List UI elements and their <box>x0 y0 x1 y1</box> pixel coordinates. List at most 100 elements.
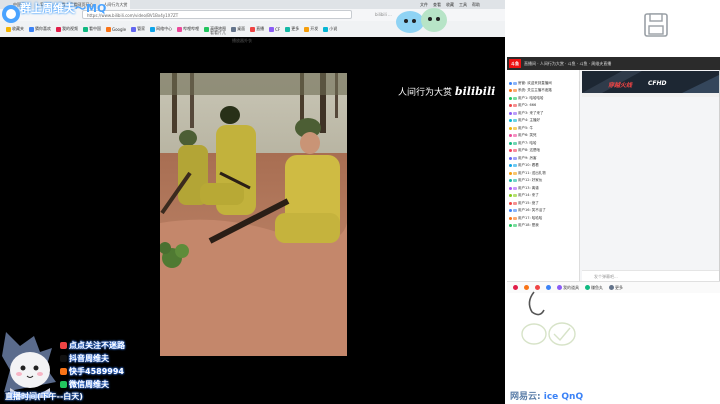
bookmark-label: 网络中心 <box>156 26 173 31</box>
chat-message-text: 用户17: 哈哈哈 <box>518 215 543 220</box>
chat-message[interactable]: 用户8: 这是啥 <box>509 148 577 154</box>
chat-message[interactable]: 用户18: 是我 <box>509 223 577 229</box>
chat-message[interactable]: 用户6: 笑死 <box>509 133 577 139</box>
bookmark-item[interactable]: 桌面 <box>231 26 245 32</box>
chat-message[interactable]: 用户17: 哈哈哈 <box>509 215 577 221</box>
fan-badge-icon <box>513 156 517 160</box>
user-level-icon <box>509 164 512 167</box>
streamer-avatar <box>2 332 56 398</box>
bookmark-item[interactable]: 开发 <box>304 26 318 32</box>
bookmark-favicon-icon <box>285 26 291 32</box>
chat-message[interactable]: 用户15: 绝了 <box>509 200 577 206</box>
chat-message-text: 用户11: 送出礼物 <box>518 170 546 175</box>
bookmark-item[interactable]: 猜你喜欢 <box>29 26 51 32</box>
chat-message-text: 用户13: 离谱 <box>518 185 539 190</box>
user-level-icon <box>509 224 512 227</box>
chat-message[interactable]: 用户16: 笑不活了 <box>509 208 577 214</box>
bookmark-favicon-icon <box>29 26 34 32</box>
bookmark-item[interactable]: 管家 <box>131 26 145 32</box>
chat-panel[interactable]: 房管: 欢迎来到直播间 系统: 关注主播不迷路 用户1: 哈哈哈哈 用户2: 666 用… <box>507 70 580 281</box>
chat-message[interactable]: 用户4: 主播好 <box>509 118 577 124</box>
chat-message[interactable]: 系统: 关注主播不迷路 <box>509 88 577 94</box>
bookmark-favicon-icon <box>250 26 256 32</box>
bookmark-favicon-icon <box>131 26 137 32</box>
streamer-info-line: 微信周维夫 <box>60 378 180 391</box>
bookmark-favicon-icon <box>177 26 183 32</box>
user-level-icon <box>509 201 512 205</box>
chat-message[interactable]: 用户12: 好家伙 <box>509 178 577 184</box>
menu-item[interactable]: 帮助 <box>472 0 480 9</box>
anime-character-decoration <box>396 8 447 33</box>
user-level-icon <box>509 104 512 107</box>
banner-game-name: 穿越火线 <box>608 82 633 89</box>
chat-message[interactable]: 用户11: 送出礼物 <box>509 170 577 176</box>
fan-badge-icon <box>513 216 517 220</box>
bookmark-item[interactable]: 看中国 <box>83 26 101 32</box>
footer-item[interactable]: 更多 <box>609 285 623 291</box>
chat-message[interactable]: 用户10: 看看 <box>509 163 577 169</box>
chat-message-text: 用户5: 牛 <box>518 125 534 130</box>
bookmark-label: 直播 <box>256 26 265 31</box>
chat-message[interactable]: 用户7: 哈哈 <box>509 140 577 146</box>
video-frame[interactable] <box>160 73 347 356</box>
user-level-icon <box>509 179 512 182</box>
fan-badge-icon <box>513 89 517 92</box>
chat-message[interactable]: 房管: 欢迎来到直播间 <box>509 80 577 86</box>
bookmark-label: 看中国 <box>89 26 101 31</box>
bookmark-item[interactable]: 我的视频 <box>56 26 78 32</box>
footer-item[interactable] <box>513 285 518 290</box>
fan-badge-icon <box>513 171 517 175</box>
save-icon[interactable] <box>643 12 669 38</box>
chat-message-text: 用户8: 这是啥 <box>518 148 541 152</box>
bookmark-item[interactable]: 哔哩哔哩 <box>177 26 199 32</box>
menu-item[interactable]: 工具 <box>459 0 467 9</box>
bookmark-label: 更多 <box>291 26 300 31</box>
user-level-icon <box>509 81 512 85</box>
fan-badge-icon <box>513 194 517 197</box>
chat-message[interactable]: 用户13: 离谱 <box>509 185 577 191</box>
streamer-name-overlay: 群上周维夫～MQ <box>20 0 107 15</box>
browser-logo-icon <box>2 5 20 23</box>
chat-message[interactable]: 用户14: 来了 <box>509 193 577 199</box>
streamer-info-line: 点点关注不迷路 <box>60 339 180 352</box>
fan-badge-icon <box>513 209 517 212</box>
bookmark-item[interactable]: 收藏夹 <box>6 26 24 32</box>
gift-strip <box>582 93 719 97</box>
stream-schedule-caption: 直播时间(下午--白天) <box>5 392 83 401</box>
overlay-name-part3: ～M <box>75 2 97 15</box>
streamer-info-text: 点点关注不迷路 <box>69 341 125 350</box>
fan-badge-icon <box>513 126 517 130</box>
bookmark-item[interactable]: 直播 <box>250 26 264 32</box>
bookmark-item[interactable]: 网络中心 <box>150 26 172 32</box>
bookmark-favicon-icon <box>106 26 111 32</box>
bookmark-item[interactable]: 小说 <box>323 26 337 32</box>
chat-message[interactable]: 用户1: 哈哈哈哈 <box>509 95 577 101</box>
wechat-icon <box>60 381 67 388</box>
user-level-icon <box>509 209 512 212</box>
overlay-name-part2: 周维夫 <box>42 2 75 15</box>
chat-message-text: 用户3: 来了来了 <box>518 110 544 115</box>
user-level-icon <box>509 141 512 145</box>
chat-message[interactable]: 用户2: 666 <box>509 103 577 109</box>
bookmark-label: CF <box>275 26 281 32</box>
streamer-info-line: 快手4589994 <box>60 365 180 378</box>
bookmark-item[interactable]: CF <box>269 26 281 32</box>
chat-message-text: 用户12: 好家伙 <box>518 178 543 182</box>
chat-message[interactable]: 用户9: 厉害 <box>509 155 577 161</box>
chat-message[interactable]: 用户5: 牛 <box>509 125 577 131</box>
handwriting-doodle <box>521 291 576 346</box>
bookmark-item[interactable]: Google <box>106 26 126 32</box>
bookmark-label: 猜你喜欢 <box>35 26 51 31</box>
streamer-info-line: 抖音周维夫 <box>60 352 180 365</box>
overlay-name-part4: Q <box>96 2 107 15</box>
tiktok-icon <box>60 355 67 362</box>
bookmark-favicon-icon <box>150 26 156 32</box>
fan-badge-icon <box>513 179 517 182</box>
user-level-icon <box>509 119 512 122</box>
address-input[interactable]: https://www.bilibili.com/video/BV1Bx4y1X… <box>82 10 352 19</box>
bookmark-item[interactable]: 更多 <box>285 26 299 32</box>
heart-icon <box>60 342 67 349</box>
kuaishou-icon <box>60 368 67 375</box>
now-playing: 网易云: ice QnQ <box>510 389 583 402</box>
chat-message[interactable]: 用户3: 来了来了 <box>509 110 577 116</box>
